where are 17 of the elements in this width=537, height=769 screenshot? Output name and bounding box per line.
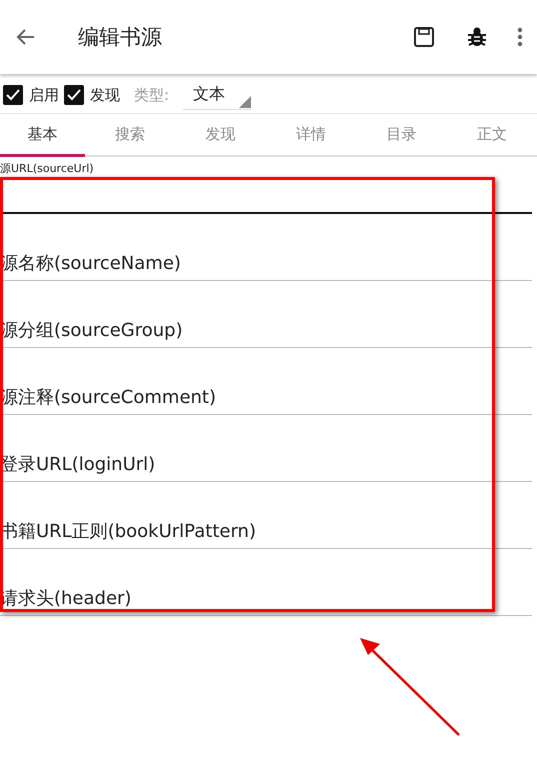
- tab[interactable]: 详情: [266, 114, 356, 155]
- tab[interactable]: 基本: [0, 114, 85, 157]
- more-icon[interactable]: [517, 27, 523, 47]
- tab[interactable]: 搜索: [85, 114, 176, 155]
- checkbox[interactable]: [3, 85, 23, 105]
- checkbox[interactable]: [64, 85, 84, 105]
- checkbox-label: 启用: [29, 86, 59, 104]
- type-label: 类型:: [134, 86, 170, 104]
- save-icon[interactable]: [413, 26, 435, 48]
- tab[interactable]: 正文: [446, 114, 537, 155]
- tab[interactable]: 发现: [175, 114, 266, 155]
- dropdown-triangle-icon: [239, 96, 252, 108]
- checkbox-label: 发现: [90, 86, 120, 104]
- tab[interactable]: 目录: [356, 114, 447, 155]
- field-label: 源URL(sourceUrl): [0, 161, 94, 176]
- screen-title: 编辑书源: [78, 24, 163, 51]
- bug-icon[interactable]: [467, 26, 487, 48]
